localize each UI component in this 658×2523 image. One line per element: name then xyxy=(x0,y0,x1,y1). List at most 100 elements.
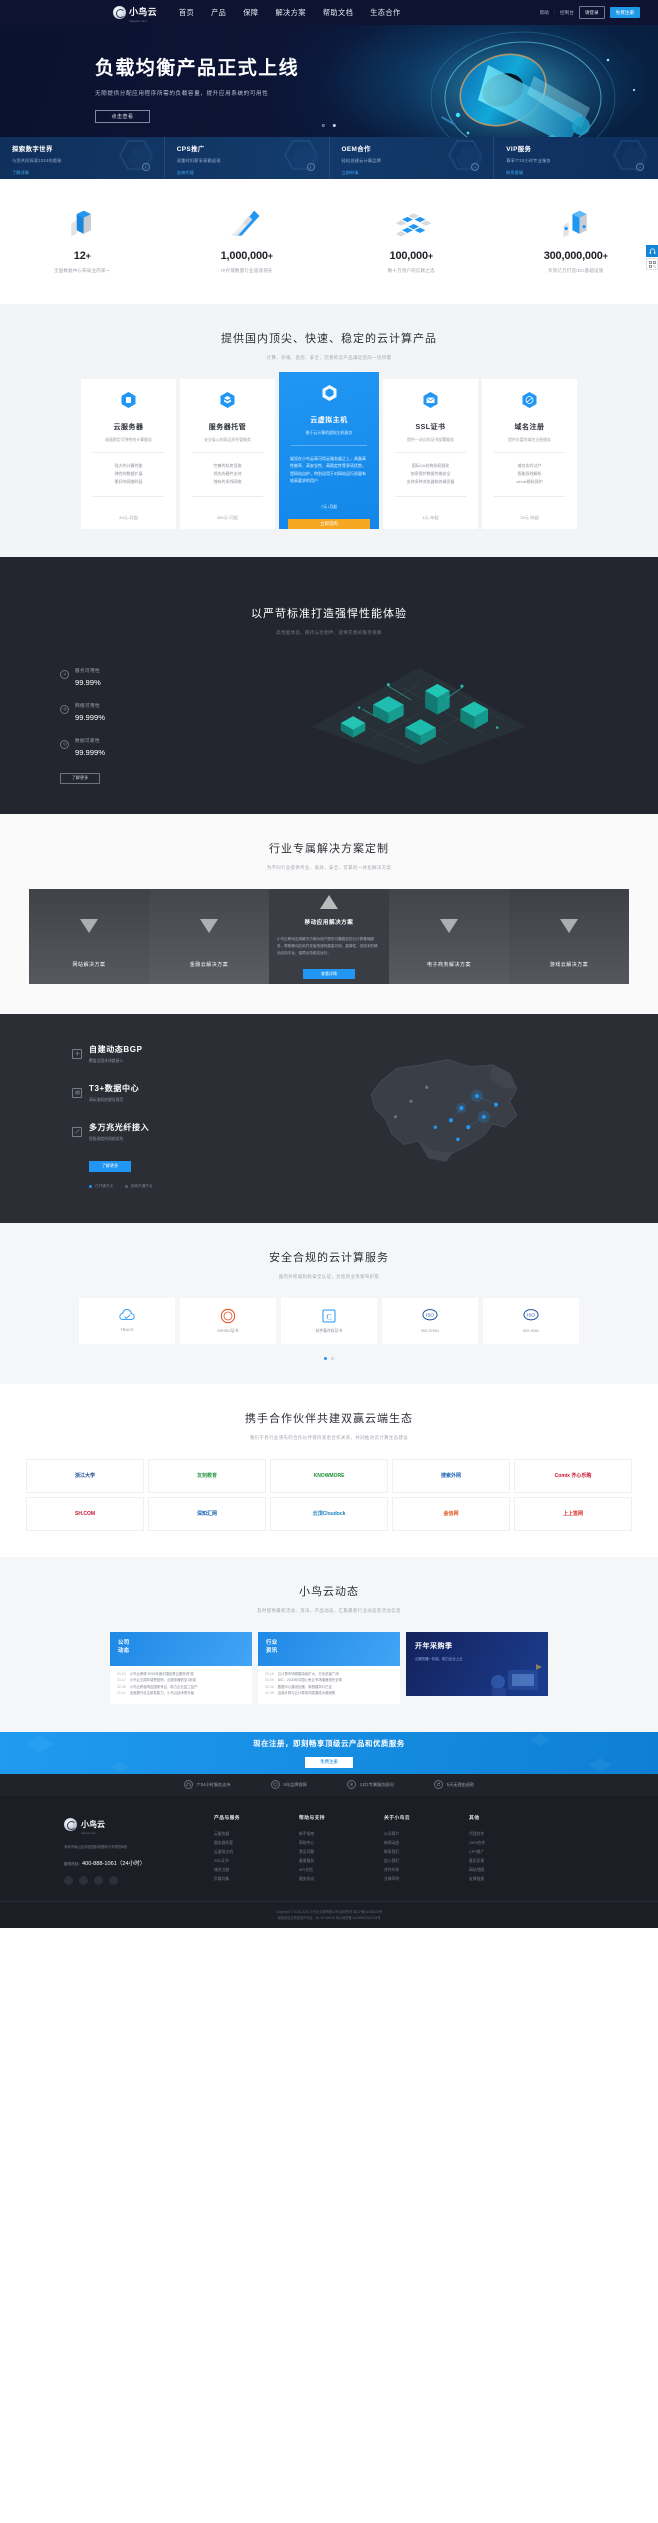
footer-link[interactable]: SSL证书 xyxy=(214,1857,299,1866)
footer-link[interactable]: 联系我们 xyxy=(384,1848,469,1857)
weibo-icon[interactable] xyxy=(79,1875,88,1885)
footer-link[interactable]: 云虚拟主机 xyxy=(214,1848,299,1857)
news-promo-banner[interactable]: 开年采购季 云服务器一折起，助力企业上云 xyxy=(406,1631,548,1696)
product-card-ssl[interactable]: SSL证书 提供一站式的证书部署服务 国际CA机构授权颁发 加密保护数据传输安全… xyxy=(383,379,478,529)
buy-now-button[interactable]: 立即选购 xyxy=(288,518,370,529)
partner-logo[interactable]: SH.COM xyxy=(26,1496,144,1531)
news-item[interactable]: 02-08 边缘计算与云计算协同发展成为新趋势 xyxy=(265,1690,393,1696)
solution-card-mobile[interactable]: 移动应用解决方案 小鸟云移动应用解决方案为用户提供可靠稳定的云计算基础服务，帮助… xyxy=(269,888,389,984)
product-card-hosting[interactable]: 服务器托管 安全省心的高品质托管服务 完善的机房设施 领先的硬件支持 独有的多线… xyxy=(180,379,275,529)
solution-card-game[interactable]: 游戏云解决方案 xyxy=(509,888,629,984)
stat-users: 100,000+ 数十万用户的信赖之选 xyxy=(329,207,494,274)
cert-card-software-copyright[interactable]: C 软件著作权证书 xyxy=(281,1297,377,1344)
qrcode-icon[interactable] xyxy=(646,258,658,270)
footer-link[interactable]: 意见反馈 xyxy=(469,1857,554,1866)
cert-card-isp-idc[interactable]: ISP/IDC证书 xyxy=(180,1297,276,1344)
footer-link[interactable]: 新闻动态 xyxy=(384,1839,469,1848)
cert-card-iso9001[interactable]: ISO ISO 9001 xyxy=(483,1297,579,1344)
solution-card-website[interactable]: 网站解决方案 xyxy=(29,888,149,984)
weixin-icon[interactable] xyxy=(64,1875,73,1885)
footer-link[interactable]: 法律声明 xyxy=(384,1875,469,1884)
nav-item-ecosystem[interactable]: 生态合作 xyxy=(370,8,400,18)
partner-logo[interactable]: 金信网 xyxy=(392,1496,510,1531)
footer-link[interactable]: 友情链接 xyxy=(469,1875,554,1884)
carousel-dot-1[interactable] xyxy=(321,123,325,127)
footer-link[interactable]: 备案服务 xyxy=(299,1857,384,1866)
nav-item-guarantee[interactable]: 保障 xyxy=(243,8,258,18)
footer-link[interactable]: CPS推广 xyxy=(469,1848,554,1857)
help-link[interactable]: 帮助 xyxy=(540,10,549,16)
nav-item-products[interactable]: 产品 xyxy=(211,8,226,18)
login-button[interactable]: 请登录 xyxy=(578,6,605,19)
footer-link[interactable]: 网站地图 xyxy=(469,1866,554,1875)
news-item[interactable]: 02-10 全面提升自主研发能力，小鸟云技术再升级 xyxy=(117,1690,245,1696)
chevron-right-icon[interactable]: › xyxy=(141,163,150,171)
partner-logo[interactable]: 上上签网 xyxy=(514,1496,632,1531)
divider: | xyxy=(553,10,556,15)
promo-card-oem[interactable]: OEM合作 轻松创建云计算品牌 立即申请 › xyxy=(330,137,495,179)
footer-link[interactable]: API文档 xyxy=(299,1866,384,1875)
promo-card-explore[interactable]: 探索数字世界 与您共同探索1024的奥秘 了解详情 › xyxy=(0,137,165,179)
cert-dot-1[interactable] xyxy=(324,1356,327,1360)
nav-item-home[interactable]: 首页 xyxy=(179,8,194,18)
footer-link[interactable]: 合作伙伴 xyxy=(384,1866,469,1875)
partner-logo[interactable]: 友刻教育 xyxy=(148,1458,266,1493)
solution-popup: 移动应用解决方案 小鸟云移动应用解决方案为用户提供可靠稳定的云计算基础服务，帮助… xyxy=(269,888,389,984)
stat-number: 300,000,000+ xyxy=(543,250,608,262)
cert-card-iso27001[interactable]: ISO ISO 27001 xyxy=(382,1297,478,1344)
chevron-right-icon[interactable]: › xyxy=(306,163,315,171)
footer-link[interactable]: 云服务器 xyxy=(214,1830,299,1839)
hero-cta-button[interactable]: 点击查看 xyxy=(95,110,150,123)
partner-logo[interactable]: Comix 齐心乐购 xyxy=(514,1458,632,1493)
logo[interactable]: 小鸟云 niaoyun.com xyxy=(113,2,157,23)
product-card-domain[interactable]: 域名注册 提供丰富的域名注册服务 域名实时过户 智能双线解析 whois隐私保护… xyxy=(482,379,577,529)
partner-logo[interactable]: 浙江大学 xyxy=(26,1458,144,1493)
footer-link[interactable]: 代理合作 xyxy=(469,1830,554,1839)
partner-logo[interactable]: 云顶Cloudock xyxy=(270,1496,388,1531)
console-link[interactable]: 控制台 xyxy=(560,10,574,16)
divider xyxy=(395,495,466,497)
email-icon[interactable] xyxy=(109,1875,118,1885)
footer-link[interactable]: 公司简介 xyxy=(384,1830,469,1839)
footer-link[interactable]: 负载均衡 xyxy=(214,1875,299,1884)
headset-support-icon[interactable] xyxy=(646,245,658,257)
solution-card-ecommerce[interactable]: 电子商务解决方案 xyxy=(389,888,509,984)
nav-item-solutions[interactable]: 解决方案 xyxy=(275,8,305,18)
footer-link[interactable]: 服务器托管 xyxy=(214,1839,299,1848)
footer-link[interactable]: 服务协议 xyxy=(299,1875,384,1884)
floating-sidebar xyxy=(646,245,658,270)
footer-link[interactable]: 新手指南 xyxy=(299,1830,384,1839)
product-card-cloud-server[interactable]: 云服务器 极速稳定可弹性的计算服务 强大的计算性能 弹性的数据扩展 更好的网络时… xyxy=(81,379,176,529)
footer-link[interactable]: 常见问题 xyxy=(299,1848,384,1857)
hero-content: 负载均衡产品正式上线 无隙提供分配应用程序所需的负载容量，提升应用系统的可用性 … xyxy=(0,25,658,123)
product-card-virtual-host[interactable]: 云虚拟主机 基于云计算的虚拟主机服务 架设在小鸟云高可用云服务器之上，具备高性能… xyxy=(279,372,379,529)
partner-logo[interactable]: 搜索外网 xyxy=(392,1458,510,1493)
solutions-header: 行业专属解决方案定制 为不同行业提供专业、高效、安全、可靠的一体化解决方案 xyxy=(0,814,658,875)
footer-link[interactable]: OEM合作 xyxy=(469,1839,554,1848)
user-icon xyxy=(346,1780,356,1790)
shield-icon xyxy=(270,1780,280,1790)
qq-icon[interactable] xyxy=(94,1875,103,1885)
footer-link[interactable]: 加入我们 xyxy=(384,1857,469,1866)
register-button[interactable]: 免费注册 xyxy=(609,6,640,19)
performance-more-button[interactable]: 了解更多 xyxy=(60,772,100,784)
partner-logo[interactable]: 深知汇网 xyxy=(148,1496,266,1531)
product-sub: 提供一站式的证书部署服务 xyxy=(407,437,454,442)
cert-card-trucs[interactable]: TRUCS xyxy=(79,1297,175,1344)
section-title: 安全合规的云计算服务 xyxy=(269,1251,389,1264)
nav-item-docs[interactable]: 帮助文档 xyxy=(323,8,353,18)
solution-card-finance[interactable]: 金融云解决方案 xyxy=(149,888,269,984)
popup-detail-button[interactable]: 查看详情 xyxy=(303,969,355,980)
network-more-button[interactable]: 了解更多 xyxy=(89,1160,131,1172)
carousel-dot-2[interactable] xyxy=(333,123,337,127)
page-root: 小鸟云 niaoyun.com 首页 产品 保障 解决方案 帮助文档 生态合作 … xyxy=(0,0,658,1928)
news-header: 小鸟云动态 及时提供最新活动、资讯、产品动态，汇集最新行业动态及活动信息 xyxy=(0,1557,658,1618)
footer-logo[interactable]: 小鸟云 niaoyun.com xyxy=(64,1814,214,1835)
footer-link[interactable]: 域名注册 xyxy=(214,1866,299,1875)
footer-link[interactable]: 帮助中心 xyxy=(299,1839,384,1848)
promo-card-cps[interactable]: CPS推广 双重时扣薪享高额返现 咨询代理 › xyxy=(165,137,330,179)
promo-card-vip[interactable]: VIP服务 尊享7*24小时专业服务 联系客服 › xyxy=(494,137,658,179)
cert-dot-2[interactable] xyxy=(331,1356,334,1360)
chevron-right-icon[interactable]: › xyxy=(636,163,644,171)
partner-logo[interactable]: KNOWMORE xyxy=(270,1458,388,1493)
